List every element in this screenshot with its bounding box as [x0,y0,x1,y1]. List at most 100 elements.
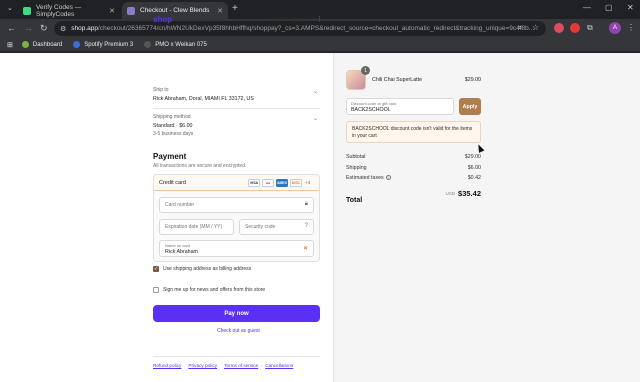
tab-title: Verify Codes — SimplyCodes [36,3,82,18]
tab-search-icon[interactable]: ⌄ [7,4,13,12]
tab-checkout[interactable]: Checkout - Clew Blends ✕ [122,2,228,19]
newsletter-label[interactable]: Sign me up for news and offers from this… [163,287,265,293]
shop-logo[interactable]: shop [153,15,172,24]
extension-icon[interactable] [570,23,580,33]
chevron-down-icon[interactable]: ⌄ [313,115,318,122]
reload-icon[interactable]: ↻ [40,23,48,34]
account-email: acc131211@gmail.com [266,17,322,23]
more-cards-count: +4 [305,180,311,185]
lock-icon: 🔒︎ [304,201,308,207]
bookmarks-bar: ⊞ Dashboard Spotify Premium 3 PMO x Weik… [0,38,640,52]
bookmark-label: Spotify Premium 3 [84,41,134,48]
divider [153,356,320,357]
extensions-puzzle-icon[interactable]: ⧉ [587,23,593,33]
bookmark-dashboard[interactable]: Dashboard [21,41,62,48]
bookmark-pmo[interactable]: PMO x Weikan 075 [144,41,207,48]
guest-checkout-link[interactable]: Check out as guest [217,328,260,334]
total-label: Total [346,197,363,204]
checkout-favicon-icon [127,6,135,15]
shipping-method-row[interactable]: Shipping method Standard · $6.00 3-5 bus… [153,114,320,140]
security-code-field[interactable]: Security code ? [239,219,314,235]
chevron-down-icon[interactable]: ⌄ [313,88,318,95]
expiration-placeholder: Expiration date (MM / YY) [165,224,223,230]
shipping-row: Shipping $6.00 [346,165,481,171]
help-icon[interactable]: ? [305,223,308,229]
card-brands: VISA ●● AMEX DISC +4 [248,179,310,187]
amex-icon: AMEX [276,179,288,187]
clear-icon[interactable]: ✕ [303,245,308,252]
account-menu-icon[interactable]: ⋮ [316,15,323,23]
discount-code-value: BACK2SCHOOL [351,107,391,113]
close-tab-icon[interactable]: ✕ [109,7,115,15]
checkout-page [0,53,640,382]
zoom-search-icon[interactable]: ⌕ [518,23,522,33]
forward-icon[interactable]: → [24,23,33,33]
taxes-value: $0.42 [467,175,481,181]
subtotal-row: Subtotal $29.00 [346,154,481,160]
policy-links: Refund policy Privacy policy Terms of se… [153,363,300,368]
product-price: $29.00 [464,77,481,83]
address-bar[interactable]: ⚙ shop.app /checkout/26365774/cn/hWN2UkD… [54,21,546,36]
subtotal-label: Subtotal [346,154,366,160]
mastercard-icon: ●● [262,179,274,187]
expiration-field[interactable]: Expiration date (MM / YY) [159,219,234,235]
bookmark-favicon-icon [73,41,81,48]
cancellations-link[interactable]: Cancellations [265,363,293,368]
newsletter-checkbox[interactable] [153,287,159,293]
billing-same-label[interactable]: Use shipping address as billing address [163,266,251,272]
ship-to-row[interactable]: Ship to Rick Abraham, Doral, MIAMI FL 33… [153,87,320,109]
browser-menu-icon[interactable]: ⋮ [627,23,635,32]
subtotal-value: $29.00 [464,154,481,160]
taxes-row: Estimated taxes i $0.42 [346,175,481,181]
credit-card-label: Credit card [159,180,186,186]
payment-subtitle: All transactions are secure and encrypte… [153,163,247,169]
close-window-icon[interactable]: ✕ [627,3,634,12]
pay-now-button[interactable]: Pay now [153,305,320,322]
apply-discount-button[interactable]: Apply [459,98,481,115]
shipping-method-value: Standard · $6.00 [153,123,193,129]
new-tab-button[interactable]: + [232,3,238,14]
shipping-value: $6.00 [467,165,481,171]
apps-grid-icon[interactable]: ⊞ [7,41,13,49]
product-name: Chili Chai SuperLatte [372,77,423,83]
quantity-badge: 1 [361,66,370,75]
card-number-field[interactable]: Card number 🔒︎ [159,197,314,213]
credit-card-panel: Credit card VISA ●● AMEX DISC +4 Card nu… [153,174,320,262]
terms-link[interactable]: Terms of service [224,363,258,368]
bookmark-label: PMO x Weikan 075 [155,41,207,48]
privacy-policy-link[interactable]: Privacy policy [188,363,217,368]
tab-verify-codes[interactable]: Verify Codes — SimplyCodes ✕ [18,2,120,19]
profile-avatar[interactable]: A [609,22,621,34]
discount-code-label: Discount code or gift card [351,101,397,106]
shipping-label: Shipping [346,165,367,171]
shipping-method-eta: 3-5 business days [153,131,194,137]
card-number-placeholder: Card number [165,202,195,208]
simplycodes-favicon-icon [23,6,31,15]
discount-code-input[interactable]: Discount code or gift card BACK2SCHOOL [346,98,454,115]
site-info-icon[interactable]: ⚙ [60,25,66,33]
url-path: /checkout/26365774/cn/hWN2UkDexVp35f8hhb… [98,25,535,32]
ship-to-value: Rick Abraham, Doral, MIAMI FL 33172, US [153,96,254,102]
close-tab-icon[interactable]: ✕ [217,7,223,15]
maximize-icon[interactable]: ▢ [605,3,613,12]
bookmark-spotify[interactable]: Spotify Premium 3 [73,41,133,48]
back-icon[interactable]: ← [7,23,16,33]
total-value: $35.42 [458,189,481,198]
shipping-method-label: Shipping method [153,114,191,120]
name-on-card-value: Rick Abraham [165,249,198,255]
credit-card-option[interactable]: Credit card VISA ●● AMEX DISC +4 [154,175,319,191]
total-row: Total USD $35.42 [346,189,481,207]
minimize-icon[interactable]: — [583,3,591,12]
info-icon[interactable]: i [385,175,391,181]
refund-policy-link[interactable]: Refund policy [153,363,181,368]
url-host: shop.app [71,25,99,32]
extension-icon[interactable] [554,23,564,33]
taxes-label: Estimated taxes [346,175,384,181]
name-on-card-label: Name on card [165,243,191,248]
tab-title: Checkout - Clew Blends [140,7,210,14]
billing-same-checkbox[interactable]: ✓ [153,266,159,272]
payment-title: Payment [153,152,187,161]
bookmark-favicon-icon [144,41,152,48]
bookmark-star-icon[interactable]: ☆ [532,23,539,32]
name-on-card-field[interactable]: Name on card Rick Abraham ✕ [159,240,314,257]
